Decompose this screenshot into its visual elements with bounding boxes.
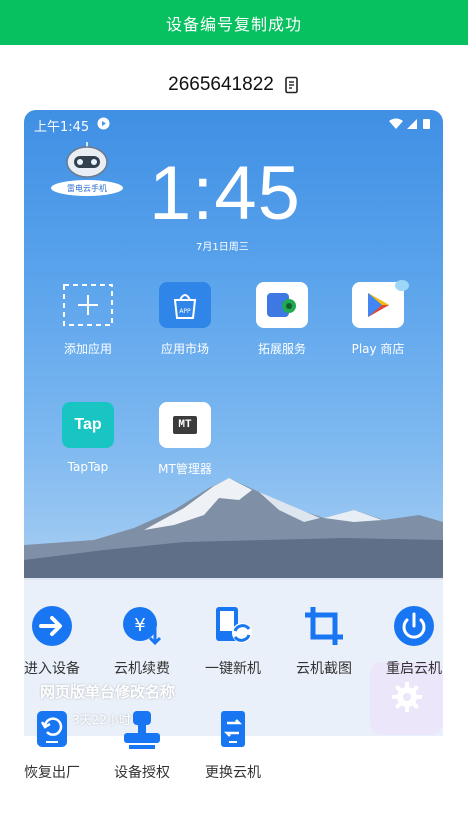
lock-date: 7月1日周三 — [196, 242, 249, 253]
status-bar: 上午1:45 — [34, 114, 433, 136]
action-label: 进入设备 — [24, 661, 80, 677]
renew-icon: ¥ — [120, 604, 164, 648]
authorize-button[interactable]: 设备授权 — [97, 708, 187, 782]
robot-logo-text: 雷电云手机 — [67, 183, 107, 193]
replace-device-button[interactable]: 更换云机 — [188, 708, 278, 782]
new-device-icon — [211, 604, 255, 648]
gear-icon — [390, 680, 424, 718]
status-time: 上午1:45 — [34, 119, 90, 135]
replace-device-icon — [211, 708, 255, 752]
authorize-icon — [120, 708, 164, 752]
app-mt-manager[interactable]: MT MT管理器 — [145, 402, 225, 477]
new-device-button[interactable]: 一键新机 — [188, 604, 278, 678]
renew-button[interactable]: ¥ 云机续费 — [97, 604, 187, 678]
action-label: 设备授权 — [114, 765, 170, 781]
mt-icon-text: MT — [173, 416, 197, 434]
add-app-icon — [62, 282, 114, 328]
app-market-icon-text: APP — [179, 308, 191, 315]
app-add[interactable]: 添加应用 — [48, 282, 128, 357]
factory-reset-button[interactable]: 恢复出厂 — [7, 708, 97, 782]
signal-battery-icon — [387, 117, 433, 134]
app-label: Play 商店 — [351, 342, 405, 356]
action-label: 一键新机 — [205, 661, 261, 677]
action-label: 云机截图 — [296, 661, 352, 677]
toast-message: 设备编号复制成功 — [165, 14, 302, 34]
restart-icon — [392, 604, 436, 648]
mt-manager-icon: MT — [159, 402, 211, 448]
device-id-row: 2665641822 — [0, 74, 468, 96]
extension-service-icon — [256, 282, 308, 328]
app-market[interactable]: APP 应用市场 — [145, 282, 225, 357]
taptap-icon-text: Tap — [74, 416, 102, 433]
restart-button[interactable]: 重启云机 — [369, 604, 459, 678]
device-id: 2665641822 — [168, 74, 274, 95]
badge-dot — [395, 280, 409, 291]
lock-clock: 1:45 — [149, 151, 301, 236]
app-label: 拓展服务 — [257, 342, 306, 356]
copy-success-toast: 设备编号复制成功 — [0, 0, 468, 45]
app-label: 添加应用 — [63, 342, 112, 356]
cloud-phone-screen[interactable]: 上午1:45 雷电云手机 1:45 7月1日周三 添加应用 APP 应用市场 拓… — [24, 110, 443, 580]
enter-device-icon — [30, 604, 74, 648]
app-label: 应用市场 — [160, 342, 209, 356]
app-market-icon: APP — [159, 282, 211, 328]
enter-device-button[interactable]: 进入设备 — [7, 604, 97, 678]
screenshot-icon — [302, 604, 346, 648]
robot-logo: 雷电云手机 — [49, 140, 125, 200]
svg-text:¥: ¥ — [134, 615, 145, 636]
factory-reset-icon — [30, 708, 74, 752]
action-label: 重启云机 — [386, 661, 442, 677]
app-play-store[interactable]: Play 商店 — [338, 282, 418, 357]
screenshot-button[interactable]: 云机截图 — [279, 604, 369, 678]
action-label: 云机续费 — [114, 661, 170, 677]
notification-icon — [97, 117, 110, 134]
action-label: 更换云机 — [205, 765, 261, 781]
app-extension-service[interactable]: 拓展服务 — [242, 282, 322, 357]
taptap-icon: Tap — [62, 402, 114, 448]
mountain-wallpaper — [24, 478, 443, 580]
copy-icon[interactable] — [284, 76, 300, 94]
app-taptap[interactable]: Tap TapTap — [48, 402, 128, 474]
device-name: 网页版单台修改名称 — [40, 683, 176, 701]
action-label: 恢复出厂 — [24, 765, 80, 781]
